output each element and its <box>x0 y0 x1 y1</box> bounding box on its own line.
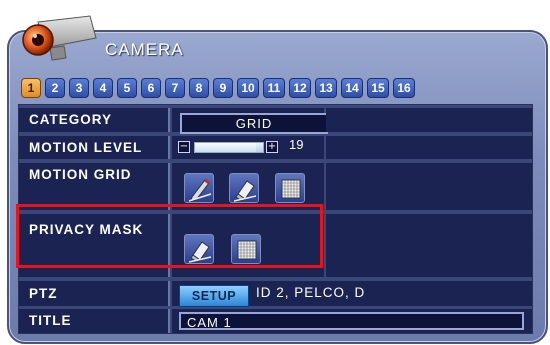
camera-tab-12[interactable]: 12 <box>289 78 311 98</box>
grid-icon[interactable] <box>275 173 305 203</box>
eraser-icon[interactable] <box>229 173 259 203</box>
increase-button[interactable]: + <box>266 141 278 153</box>
camera-tab-14[interactable]: 14 <box>341 78 363 98</box>
camera-tab-8[interactable]: 8 <box>189 78 209 98</box>
camera-tab-16[interactable]: 16 <box>393 78 415 98</box>
motion-level-slider[interactable] <box>194 142 264 153</box>
camera-tabs: 1 2 3 4 5 6 7 8 9 10 11 12 13 14 15 16 <box>21 78 415 100</box>
ptz-cell: SETUP ID 2, PELCO, D <box>172 281 532 307</box>
decrease-button[interactable]: − <box>178 141 190 153</box>
camera-tab-9[interactable]: 9 <box>213 78 233 98</box>
motion-grid-row: MOTION GRID <box>19 163 532 210</box>
motion-level-value: 19 <box>289 137 304 152</box>
motion-grid-cell <box>172 163 324 210</box>
ptz-row: PTZ SETUP ID 2, PELCO, D <box>19 281 532 307</box>
title-row: TITLE CAM 1 <box>19 309 532 333</box>
camera-tab-4[interactable]: 4 <box>93 78 113 98</box>
camera-tab-1[interactable]: 1 <box>21 78 41 98</box>
motion-grid-empty-cell <box>326 163 532 210</box>
camera-title-input[interactable]: CAM 1 <box>179 312 524 330</box>
category-empty-cell <box>326 108 532 132</box>
camera-tab-2[interactable]: 2 <box>45 78 65 98</box>
camera-tab-7[interactable]: 7 <box>165 78 185 98</box>
camera-icon <box>20 8 98 62</box>
motion-level-fill <box>195 143 257 152</box>
privacy-mask-empty-cell <box>326 214 532 277</box>
ptz-info: ID 2, PELCO, D <box>256 285 366 300</box>
title-cell: CAM 1 <box>172 309 532 333</box>
motion-level-label: MOTION LEVEL <box>19 136 170 159</box>
camera-tab-6[interactable]: 6 <box>141 78 161 98</box>
camera-tab-13[interactable]: 13 <box>315 78 337 98</box>
motion-level-cell: − + 19 <box>172 136 324 159</box>
camera-tab-15[interactable]: 15 <box>367 78 389 98</box>
category-label: CATEGORY <box>19 108 170 132</box>
category-cell: GRID <box>172 108 328 134</box>
camera-tab-11[interactable]: 11 <box>263 78 285 98</box>
privacy-mask-highlight <box>16 204 323 268</box>
camera-tab-5[interactable]: 5 <box>117 78 137 98</box>
motion-level-empty-cell <box>326 136 532 159</box>
panel-title: CAMERA <box>105 40 184 59</box>
motion-level-row: MOTION LEVEL − + 19 <box>19 136 532 159</box>
motion-grid-label: MOTION GRID <box>19 163 170 210</box>
camera-tab-10[interactable]: 10 <box>237 78 259 98</box>
ptz-setup-button[interactable]: SETUP <box>179 285 249 307</box>
category-select[interactable]: GRID <box>180 113 328 134</box>
ptz-label: PTZ <box>19 281 170 306</box>
camera-tab-3[interactable]: 3 <box>69 78 89 98</box>
category-row: CATEGORY GRID <box>19 108 532 134</box>
pencil-icon[interactable] <box>184 173 214 203</box>
title-label: TITLE <box>19 309 170 333</box>
